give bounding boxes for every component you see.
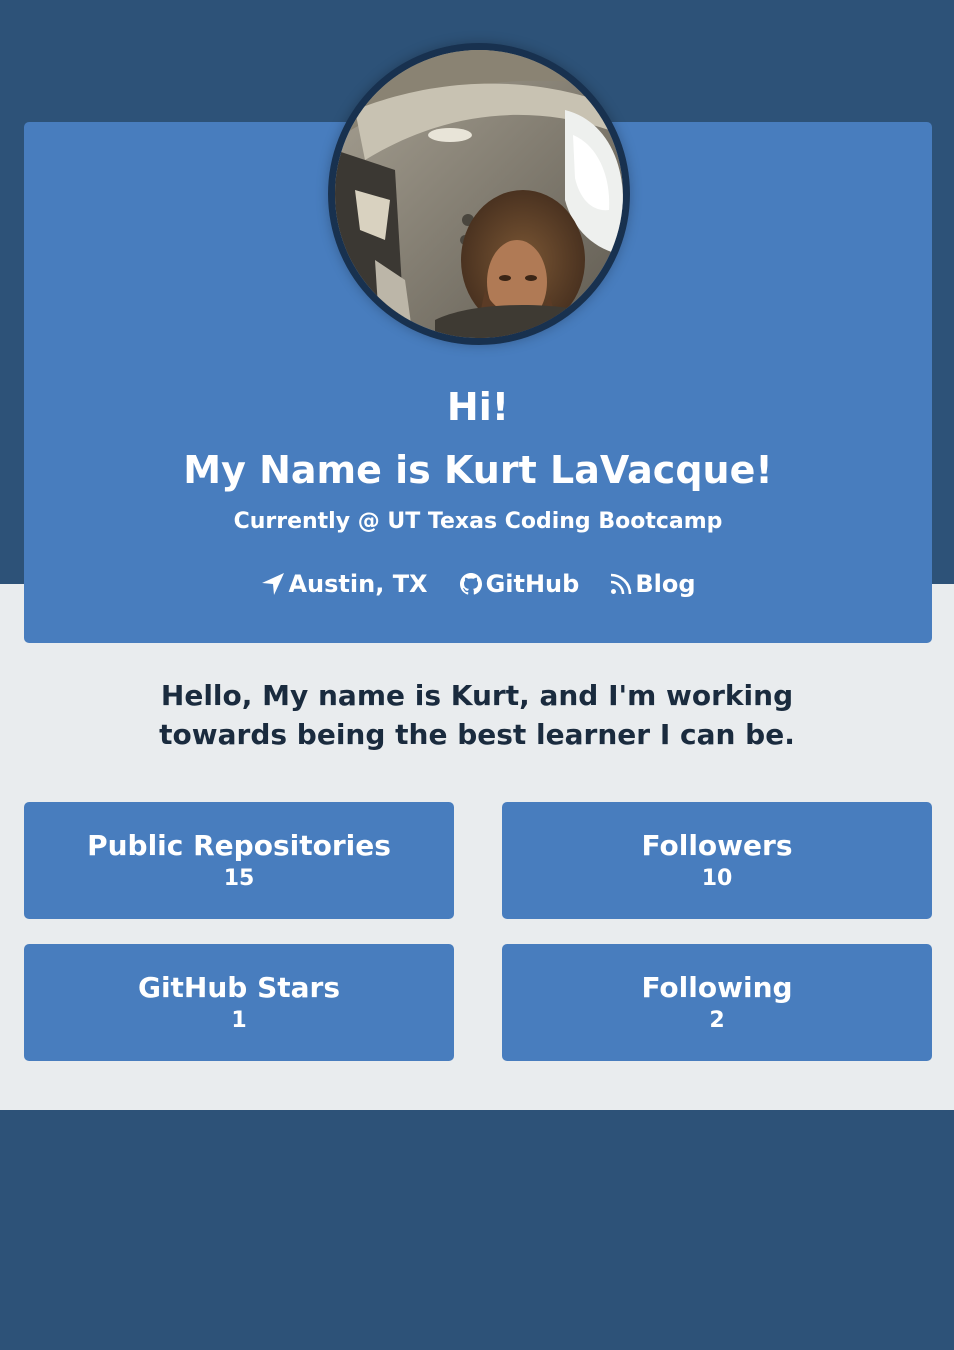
followers-card: Followers 10 xyxy=(502,802,932,919)
public-repositories-count: 15 xyxy=(223,866,255,891)
avatar xyxy=(328,43,630,345)
location-arrow-icon xyxy=(260,571,286,597)
github-label: GitHub xyxy=(485,570,580,598)
rss-icon xyxy=(609,572,633,596)
greeting-heading: Hi! xyxy=(446,385,510,429)
github-link[interactable]: GitHub xyxy=(458,566,580,602)
following-card: Following 2 xyxy=(502,944,932,1061)
bio-text: Hello, My name is Kurt, and I'm working … xyxy=(159,679,795,751)
blog-link[interactable]: Blog xyxy=(609,566,696,602)
profile-links: Austin, TX GitHub Blog xyxy=(24,566,932,602)
followers-label: Followers xyxy=(641,829,793,862)
blog-label: Blog xyxy=(635,570,696,598)
github-icon xyxy=(458,571,484,597)
github-stars-card: GitHub Stars 1 xyxy=(24,944,454,1061)
following-count: 2 xyxy=(709,1008,725,1033)
github-stars-label: GitHub Stars xyxy=(137,971,341,1004)
company-subtitle: Currently @ UT Texas Coding Bootcamp xyxy=(233,509,723,534)
profile-name-heading: My Name is Kurt LaVacque! xyxy=(183,448,773,492)
avatar-photo xyxy=(335,50,623,338)
followers-count: 10 xyxy=(701,866,733,891)
github-stars-count: 1 xyxy=(231,1008,247,1033)
following-label: Following xyxy=(641,971,793,1004)
public-repositories-label: Public Repositories xyxy=(87,829,391,862)
location-link[interactable]: Austin, TX xyxy=(260,566,428,602)
bottom-background-band xyxy=(0,1110,954,1350)
public-repositories-card: Public Repositories 15 xyxy=(24,802,454,919)
location-label: Austin, TX xyxy=(288,570,428,598)
